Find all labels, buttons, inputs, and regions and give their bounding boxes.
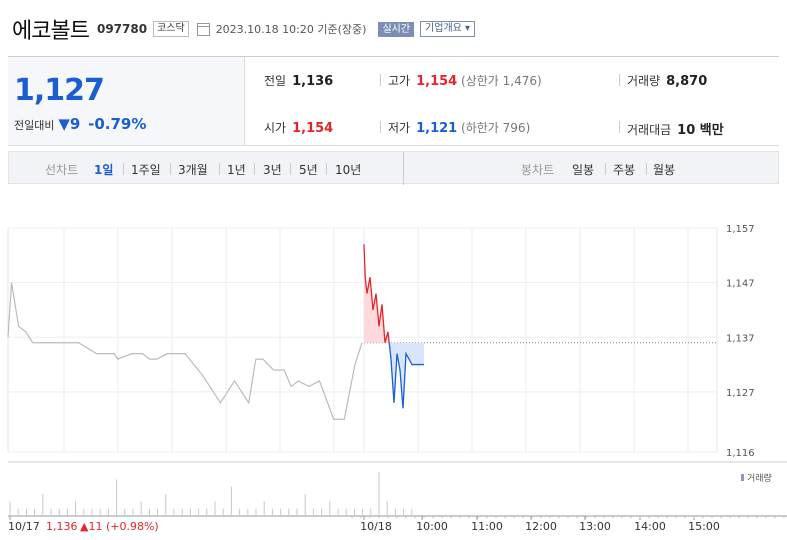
divider bbox=[380, 74, 381, 86]
prev-close: 전일 1,136 bbox=[264, 72, 333, 89]
x-axis: 10/17 1,136 ▲11 (+0.98%) 10/18 10:00 11:00 12:… bbox=[8, 516, 785, 533]
stock-code: 097780 bbox=[96, 22, 148, 36]
x-label-hour: 13:00 bbox=[579, 520, 611, 533]
quote-panel: 1,127 전일대비 ▼9 -0.79% 전일 1,136 고가 1,154 (상한… bbox=[8, 56, 779, 146]
tab-divider bbox=[646, 163, 647, 175]
upper-limit: (상한가 1,476) bbox=[461, 74, 542, 88]
price-change: 전일대비 ▼9 -0.79% bbox=[14, 115, 146, 133]
x-label-today: 10/18 bbox=[360, 520, 392, 533]
volume: 거래량 8,870 bbox=[627, 72, 707, 89]
tab-5y[interactable]: 5년 bbox=[299, 161, 318, 178]
quote-datetime: 2023.10.18 10:20 기준(장중) bbox=[215, 23, 367, 36]
prev-close-label: 전일 bbox=[264, 74, 287, 88]
volume-label: 거래량 bbox=[627, 74, 661, 88]
tab-3m[interactable]: 3개월 bbox=[178, 161, 208, 178]
change-value: 9 bbox=[69, 115, 81, 133]
tab-daily[interactable]: 일봉 bbox=[572, 161, 594, 178]
volume-legend-label: 거래량 bbox=[747, 472, 772, 484]
price-chart: 1,157 1,147 1,137 1,127 1,116 거래량 10/17 1,136… bbox=[7, 224, 787, 533]
prev-day-change-text: ▲11 (+0.98%) bbox=[80, 520, 159, 533]
prev-day-series bbox=[7, 282, 363, 420]
current-price: 1,127 bbox=[14, 73, 105, 108]
tab-10y[interactable]: 10년 bbox=[335, 161, 361, 178]
y-axis: 1,157 1,147 1,137 1,127 1,116 bbox=[726, 224, 755, 459]
x-label-hour: 11:00 bbox=[471, 520, 503, 533]
amount-value: 10 백만 bbox=[677, 123, 724, 138]
change-label: 전일대비 bbox=[14, 119, 55, 132]
tab-divider bbox=[219, 163, 220, 175]
y-tick-label: 1,137 bbox=[726, 333, 755, 344]
down-arrow-icon: ▼ bbox=[58, 115, 70, 133]
company-info-button[interactable]: 기업개요 ▾ bbox=[420, 21, 476, 37]
tab-1d[interactable]: 1일 bbox=[94, 161, 113, 178]
plot-frame bbox=[7, 227, 718, 453]
tab-divider bbox=[605, 163, 606, 175]
volume-value: 8,870 bbox=[666, 74, 708, 89]
chart-grid bbox=[7, 227, 718, 453]
y-tick-label: 1,127 bbox=[726, 388, 755, 399]
stock-name: 에코볼트 bbox=[12, 19, 90, 44]
high-value: 1,154 bbox=[416, 74, 458, 89]
low-label: 저가 bbox=[388, 121, 411, 135]
tab-1y[interactable]: 1년 bbox=[227, 161, 246, 178]
tab-3y[interactable]: 3년 bbox=[263, 161, 282, 178]
stock-header: 에코볼트 097780 코스닥 2023.10.18 10:20 기준(장중) … bbox=[12, 14, 476, 44]
low-value: 1,121 bbox=[416, 121, 458, 136]
prev-day-close-text: 1,136 bbox=[46, 520, 78, 533]
price-box: 1,127 전일대비 ▼9 -0.79% bbox=[8, 57, 245, 145]
tab-1w[interactable]: 1주일 bbox=[131, 161, 161, 178]
realtime-button[interactable]: 실시간 bbox=[378, 21, 415, 37]
change-percent: -0.79% bbox=[88, 115, 147, 133]
amount-label: 거래대금 bbox=[627, 123, 672, 137]
x-label-hour: 12:00 bbox=[525, 520, 557, 533]
x-label-hour: 15:00 bbox=[688, 520, 720, 533]
open-label: 시가 bbox=[264, 121, 287, 135]
market-badge: 코스닥 bbox=[153, 21, 189, 37]
tab-group-divider bbox=[403, 152, 404, 185]
divider bbox=[619, 121, 620, 133]
candle-chart-caption: 봉차트 bbox=[521, 163, 555, 177]
prev-day-line bbox=[7, 282, 363, 420]
prev-close-value: 1,136 bbox=[292, 74, 334, 89]
high-price: 고가 1,154 (상한가 1,476) bbox=[388, 72, 542, 89]
today-line bbox=[363, 244, 424, 409]
tab-divider bbox=[326, 163, 327, 175]
open-price: 시가 1,154 bbox=[264, 119, 333, 136]
low-price: 저가 1,121 (하한가 796) bbox=[388, 119, 530, 136]
y-tick-label: 1,116 bbox=[726, 448, 755, 459]
y-tick-label: 1,157 bbox=[726, 224, 755, 235]
lower-limit: (하한가 796) bbox=[461, 121, 531, 135]
divider bbox=[380, 121, 381, 133]
tab-divider bbox=[170, 163, 171, 175]
line-chart-caption: 선차트 bbox=[45, 163, 79, 177]
x-label-prev-day: 10/17 bbox=[8, 520, 40, 533]
divider bbox=[619, 74, 620, 86]
volume-bars: 거래량 bbox=[8, 461, 787, 517]
tab-weekly[interactable]: 주봉 bbox=[613, 161, 635, 178]
x-label-hour: 10:00 bbox=[416, 520, 448, 533]
open-value: 1,154 bbox=[292, 121, 334, 136]
tab-monthly[interactable]: 월봉 bbox=[653, 161, 675, 178]
tab-divider bbox=[254, 163, 255, 175]
calendar-icon bbox=[196, 22, 210, 36]
volume-legend-icon bbox=[741, 474, 744, 481]
trade-amount: 거래대금 10 백만 bbox=[627, 119, 724, 138]
tab-divider bbox=[123, 163, 124, 175]
y-tick-label: 1,147 bbox=[726, 279, 755, 290]
high-label: 고가 bbox=[388, 74, 411, 88]
chart-tabs: 선차트 1일 1주일 3개월 1년 3년 5년 10년 봉차트 일봉 주봉 월봉 bbox=[8, 151, 779, 185]
tab-divider bbox=[290, 163, 291, 175]
x-label-hour: 14:00 bbox=[634, 520, 666, 533]
